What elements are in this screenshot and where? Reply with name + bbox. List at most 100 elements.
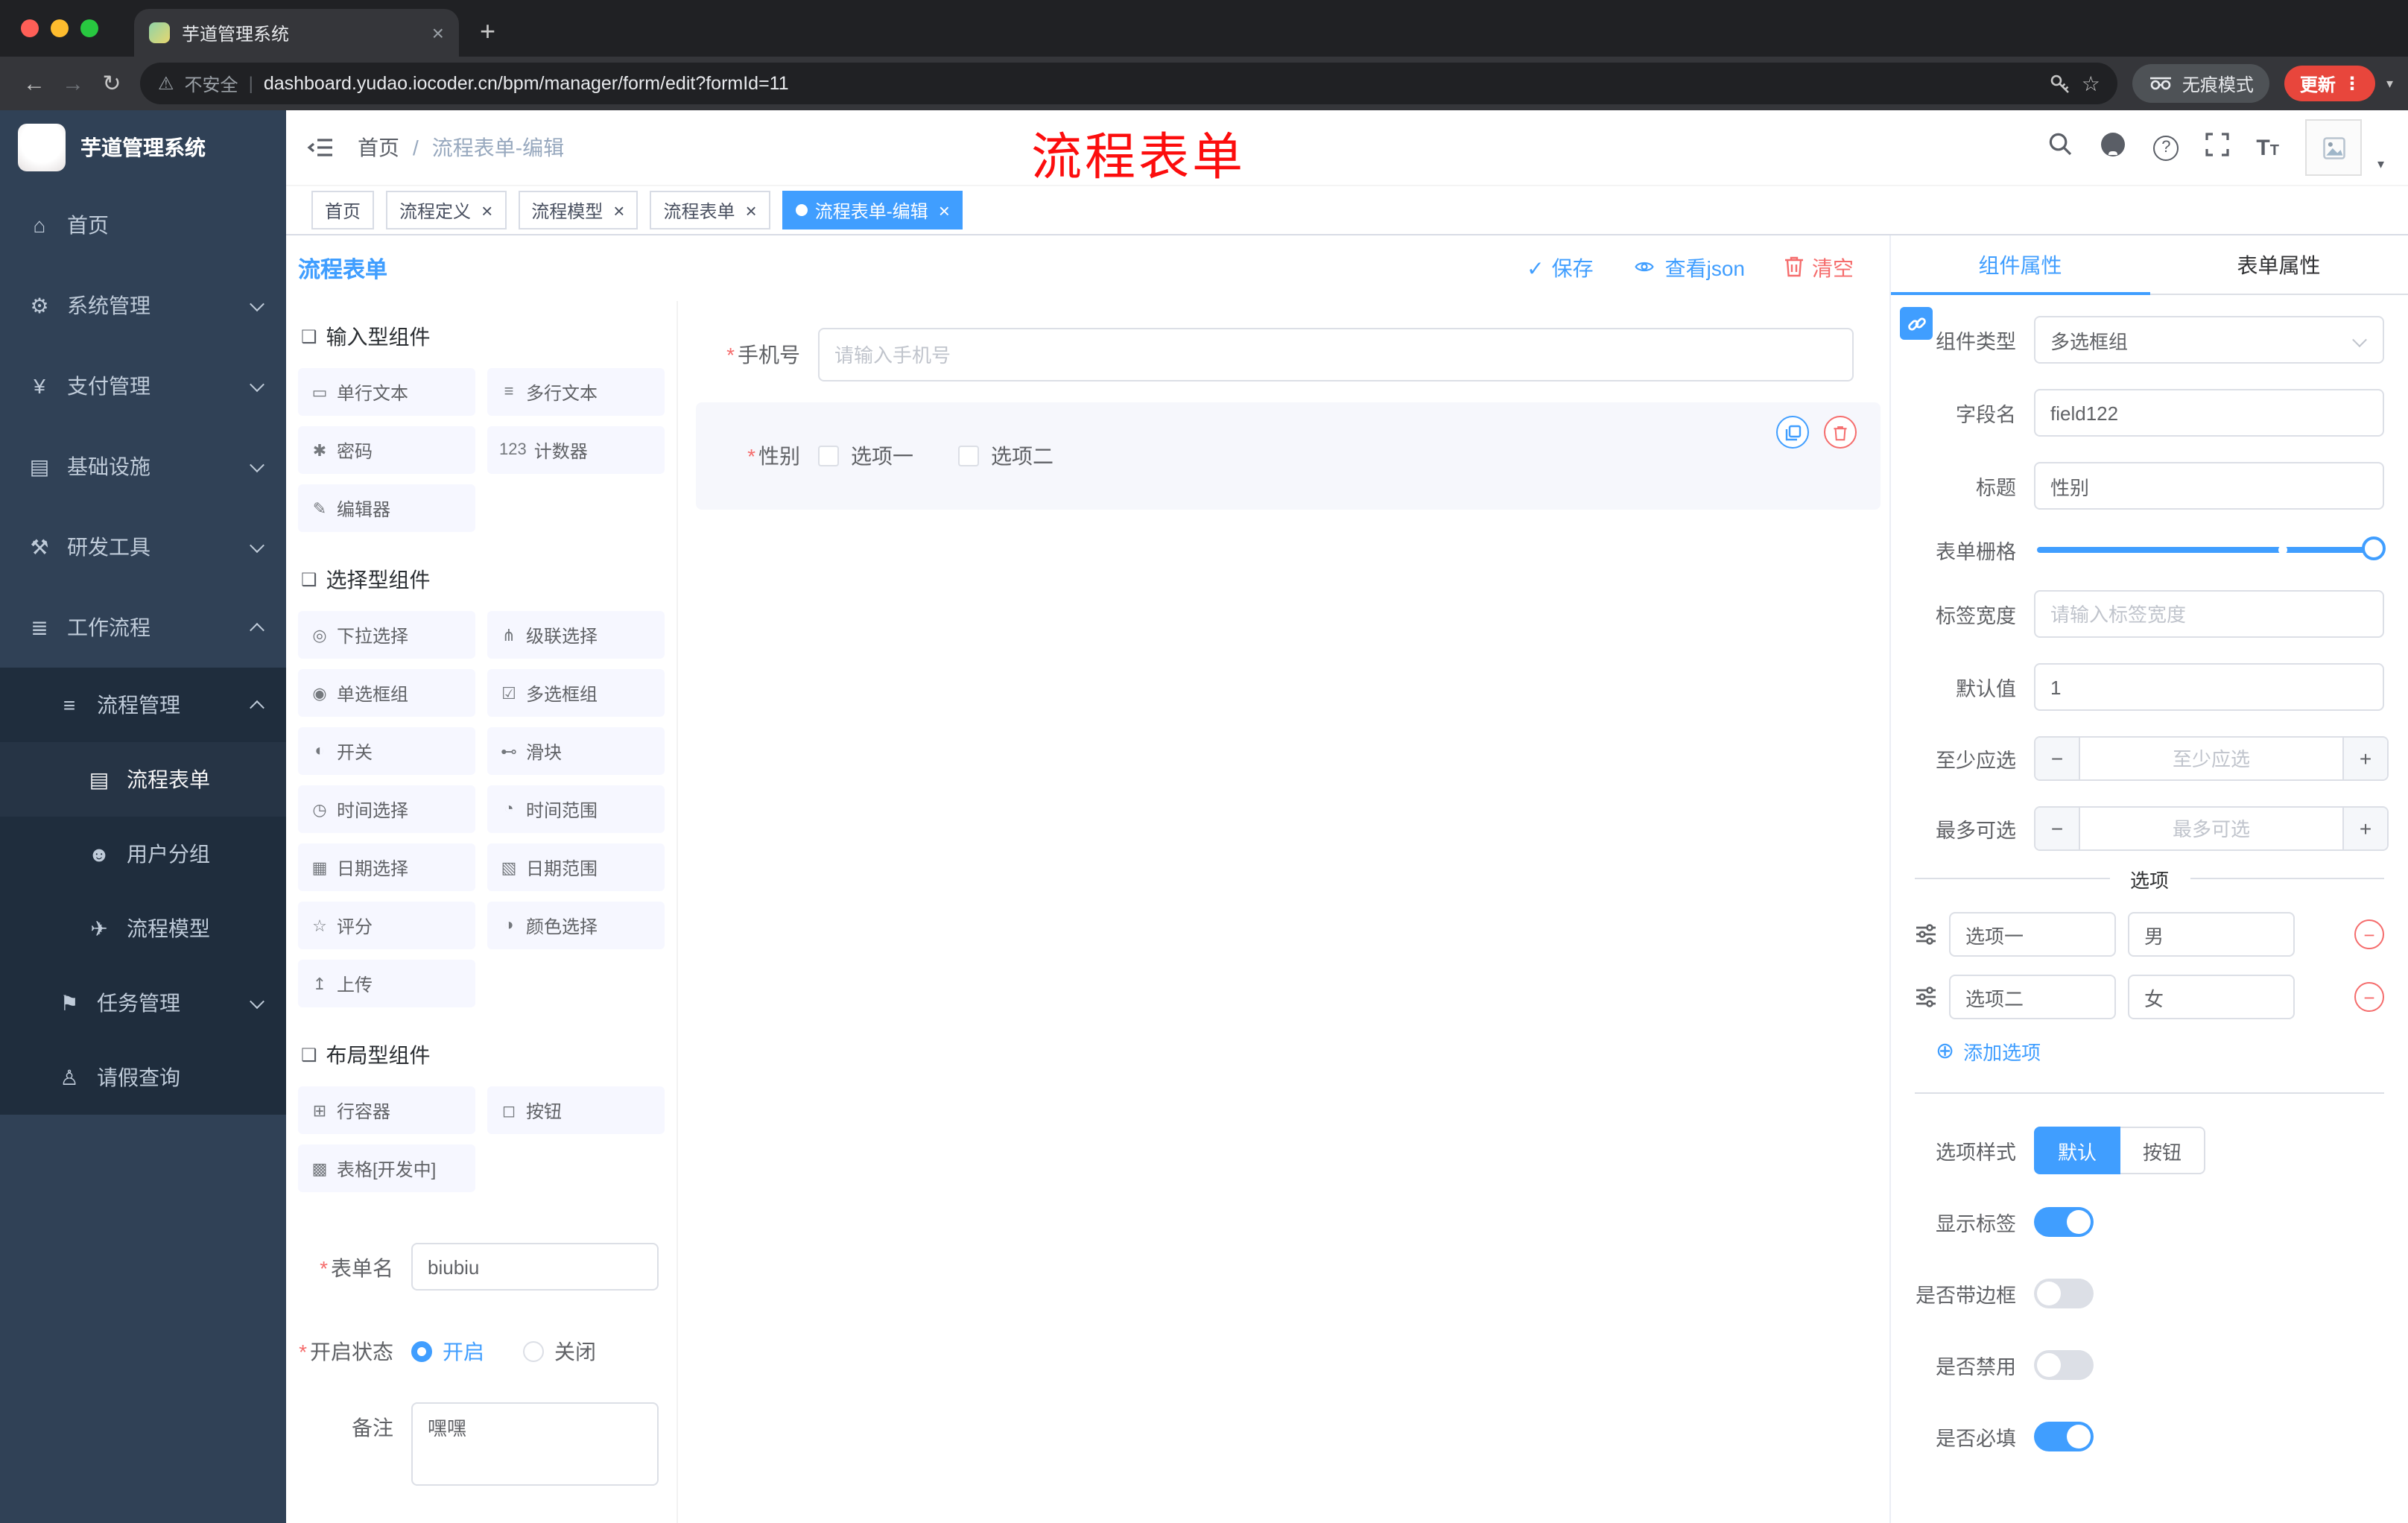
sidebar-item-home[interactable]: ⌂ 首页 — [0, 185, 286, 265]
palette-item-checkbox-group[interactable]: ☑ 多选框组 — [487, 669, 665, 717]
tab-form-props[interactable]: 表单属性 — [2149, 235, 2408, 294]
sidebar-collapse-icon[interactable] — [307, 136, 334, 159]
border-toggle[interactable] — [2034, 1279, 2094, 1308]
palette-item-switch[interactable]: ◐ 开关 — [298, 727, 475, 775]
component-type-select[interactable]: 多选框组 — [2034, 316, 2384, 364]
bookmark-star-icon[interactable]: ☆ — [2082, 71, 2100, 96]
min-select-input[interactable] — [2080, 738, 2342, 779]
view-json-button[interactable]: 查看json — [1632, 253, 1745, 283]
tag-close-icon[interactable]: × — [746, 200, 757, 220]
sidebar-item-system-management[interactable]: ⚙ 系统管理 — [0, 265, 286, 346]
font-size-icon[interactable]: TT — [2256, 135, 2279, 160]
fullscreen-icon[interactable] — [2205, 132, 2229, 163]
copy-field-button[interactable] — [1776, 416, 1809, 449]
checkbox-option-2[interactable]: 选项二 — [958, 441, 1054, 471]
back-button[interactable]: ← — [15, 71, 54, 96]
palette-item-upload[interactable]: ↥ 上传 — [298, 960, 475, 1007]
palette-item-radio-group[interactable]: ◉ 单选框组 — [298, 669, 475, 717]
palette-item-row-container[interactable]: ⊞ 行容器 — [298, 1086, 475, 1134]
status-radio-on[interactable]: 开启 — [411, 1326, 484, 1367]
drag-handle-icon[interactable] — [1915, 987, 1937, 1007]
tag-close-icon[interactable]: × — [481, 200, 492, 220]
sidebar-item-process-model[interactable]: ✈ 流程模型 — [0, 891, 286, 966]
disabled-toggle[interactable] — [2034, 1350, 2094, 1380]
add-option-button[interactable]: ⊕ 添加选项 — [1936, 1037, 2384, 1066]
style-button-button[interactable]: 按钮 — [2120, 1127, 2206, 1174]
tab-component-props[interactable]: 组件属性 — [1891, 235, 2149, 294]
style-default-button[interactable]: 默认 — [2034, 1127, 2121, 1174]
palette-item-single-line-text[interactable]: ▭ 单行文本 — [298, 368, 475, 416]
document-link-button[interactable] — [1900, 307, 1933, 340]
increment-button[interactable]: + — [2342, 808, 2387, 849]
show-label-toggle[interactable] — [2034, 1207, 2094, 1237]
password-key-icon[interactable] — [2049, 72, 2071, 95]
sidebar-item-dev-tools[interactable]: ⚒ 研发工具 — [0, 507, 286, 587]
palette-item-button[interactable]: ◻ 按钮 — [487, 1086, 665, 1134]
palette-item-dropdown-select[interactable]: ◎ 下拉选择 — [298, 611, 475, 659]
palette-item-password[interactable]: ✱ 密码 — [298, 426, 475, 474]
tab-close-icon[interactable]: × — [432, 22, 444, 43]
sidebar-item-process-form[interactable]: ▤ 流程表单 — [0, 742, 286, 817]
tag-process-form[interactable]: 流程表单 × — [650, 191, 770, 229]
grid-slider[interactable] — [2037, 536, 2386, 560]
forward-button[interactable]: → — [54, 71, 92, 96]
palette-item-date-picker[interactable]: ▦ 日期选择 — [298, 843, 475, 891]
palette-item-counter[interactable]: 123 计数器 — [487, 426, 665, 474]
tag-process-model[interactable]: 流程模型 × — [518, 191, 639, 229]
option-value-input[interactable] — [2128, 912, 2295, 957]
form-name-input[interactable] — [411, 1243, 659, 1291]
save-button[interactable]: ✓ 保存 — [1527, 253, 1593, 283]
sidebar-item-infrastructure[interactable]: ▤ 基础设施 — [0, 426, 286, 507]
label-width-input[interactable] — [2034, 590, 2384, 638]
palette-item-slider[interactable]: ⊷ 滑块 — [487, 727, 665, 775]
browser-tab[interactable]: 芋道管理系统 × — [134, 9, 459, 57]
remove-option-button[interactable]: − — [2354, 982, 2384, 1012]
slider-handle[interactable] — [2362, 536, 2386, 560]
palette-item-date-range[interactable]: ▧ 日期范围 — [487, 843, 665, 891]
toolbar-caret-icon[interactable]: ▾ — [2386, 75, 2393, 92]
palette-item-cascade-select[interactable]: ⋔ 级联选择 — [487, 611, 665, 659]
field-name-input[interactable] — [2034, 389, 2384, 437]
delete-field-button[interactable] — [1824, 416, 1857, 449]
palette-item-multi-line-text[interactable]: ≡ 多行文本 — [487, 368, 665, 416]
palette-item-editor[interactable]: ✎ 编辑器 — [298, 484, 475, 532]
tag-home[interactable]: 首页 — [311, 191, 375, 229]
gender-field-block-selected[interactable]: * 性别 选项一 选项二 — [696, 402, 1881, 510]
required-toggle[interactable] — [2034, 1422, 2094, 1451]
max-select-input[interactable] — [2080, 808, 2342, 849]
sidebar-item-user-groups[interactable]: ☻ 用户分组 — [0, 817, 286, 891]
sidebar-item-task-management[interactable]: ⚑ 任务管理 — [0, 966, 286, 1040]
clear-button[interactable]: 清空 — [1784, 253, 1854, 283]
avatar-caret-icon[interactable]: ▾ — [2377, 156, 2384, 176]
drag-handle-icon[interactable] — [1915, 924, 1937, 945]
tag-close-icon[interactable]: × — [939, 200, 950, 220]
palette-item-color-picker[interactable]: ◑ 颜色选择 — [487, 902, 665, 949]
sidebar-item-workflow[interactable]: ≣ 工作流程 — [0, 587, 286, 668]
option-value-input[interactable] — [2128, 975, 2295, 1019]
search-icon[interactable] — [2047, 131, 2073, 164]
window-close-button[interactable] — [21, 19, 39, 37]
tag-process-form-edit[interactable]: 流程表单-编辑 × — [782, 191, 963, 229]
address-bar[interactable]: ⚠ 不安全 | dashboard.yudao.iocoder.cn/bpm/m… — [140, 63, 2118, 104]
reload-button[interactable]: ↻ — [92, 70, 131, 97]
phone-input[interactable] — [818, 328, 1854, 381]
decrement-button[interactable]: − — [2035, 808, 2080, 849]
sidebar-item-leave-query[interactable]: ♙ 请假查询 — [0, 1040, 286, 1115]
sidebar-item-process-management[interactable]: ≡ 流程管理 — [0, 668, 286, 742]
title-input[interactable] — [2034, 462, 2384, 510]
decrement-button[interactable]: − — [2035, 738, 2080, 779]
default-value-input[interactable] — [2034, 663, 2384, 711]
phone-field-row[interactable]: * 手机号 — [696, 328, 1854, 381]
window-minimize-button[interactable] — [51, 19, 69, 37]
status-radio-off[interactable]: 关闭 — [523, 1326, 596, 1367]
remove-option-button[interactable]: − — [2354, 919, 2384, 949]
form-remark-textarea[interactable]: 嘿嘿 — [411, 1402, 659, 1486]
palette-item-time-picker[interactable]: ◷ 时间选择 — [298, 785, 475, 833]
increment-button[interactable]: + — [2342, 738, 2387, 779]
github-icon[interactable] — [2100, 130, 2126, 165]
window-zoom-button[interactable] — [80, 19, 98, 37]
help-icon[interactable]: ? — [2153, 135, 2179, 160]
browser-update-button[interactable]: 更新 ⋮ — [2284, 66, 2376, 101]
palette-item-table[interactable]: ▩ 表格[开发中] — [298, 1144, 475, 1192]
breadcrumb-home[interactable]: 首页 — [358, 133, 399, 162]
